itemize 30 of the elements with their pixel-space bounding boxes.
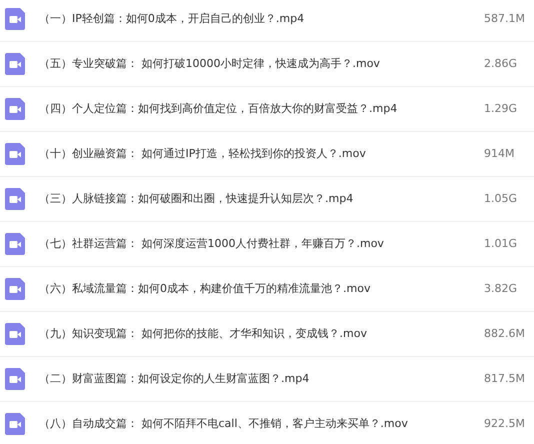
file-size: 914M [484, 146, 516, 162]
video-file-icon [5, 98, 25, 120]
file-size: 2.86G [484, 56, 518, 72]
file-name[interactable]: （三）人脉链接篇：如何破圈和出圈，快速提升认知层次？.mp4 [39, 190, 484, 208]
file-name[interactable]: （五）专业突破篇： 如何打破10000小时定律，快速成为高手？.mov [39, 56, 484, 72]
file-name[interactable]: （九）知识变现篇： 如何把你的技能、才华和知识，变成钱？.mov [39, 326, 484, 342]
file-name[interactable]: （七）社群运营篇： 如何深度运营1000人付费社群，年赚百万？.mov [39, 236, 484, 252]
video-file-icon [5, 53, 25, 75]
file-size: 3.82G [484, 280, 518, 297]
file-size: 922.5M [484, 416, 526, 432]
file-name[interactable]: （一）IP轻创篇：如何0成本，开启自己的创业？.mp4 [39, 10, 484, 28]
file-name[interactable]: （六）私域流量篇：如何0成本，构建价值千万的精准流量池？.mov [39, 280, 484, 298]
video-file-icon [5, 323, 25, 345]
file-name[interactable]: （二）财富蓝图篇：如何设定你的人生财富蓝图？.mp4 [39, 370, 484, 388]
file-name[interactable]: （四）个人定位篇：如何找到高价值定位，百倍放大你的财富受益？.mp4 [39, 100, 484, 118]
video-file-icon [5, 188, 25, 210]
video-file-icon [5, 8, 25, 30]
file-size: 1.29G [484, 100, 518, 117]
video-file-icon [5, 143, 25, 165]
file-name[interactable]: （十）创业融资篇： 如何通过IP打造，轻松找到你的投资人？.mov [39, 146, 484, 162]
video-file-icon [5, 413, 25, 435]
file-size: 1.01G [484, 236, 518, 252]
file-size: 1.05G [484, 190, 518, 207]
video-file-icon [5, 278, 25, 300]
file-size: 882.6M [484, 326, 526, 342]
video-file-icon [5, 368, 25, 390]
file-size: 587.1M [484, 10, 526, 27]
video-file-icon [5, 233, 25, 255]
file-size: 817.5M [484, 370, 526, 387]
file-name[interactable]: （八）自动成交篇： 如何不陌拜不电call、不推销，客户主动来买单？.mov [39, 416, 484, 432]
